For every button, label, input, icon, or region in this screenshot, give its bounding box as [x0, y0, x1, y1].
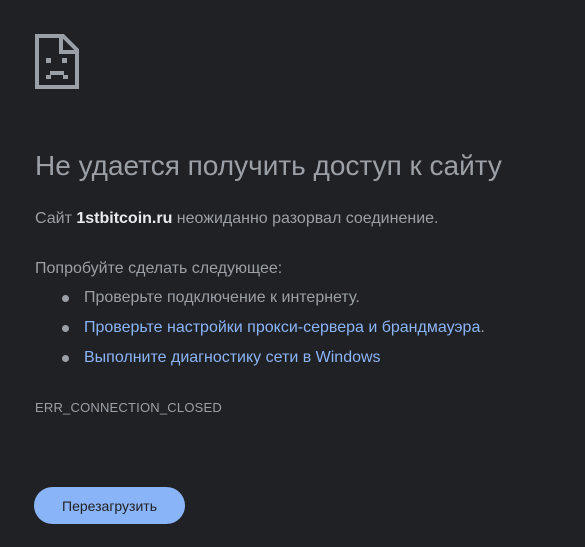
error-description: Сайт 1stbitcoin.ru неожиданно разорвал с… — [35, 210, 438, 228]
sad-page-icon — [35, 34, 79, 89]
bullet-icon — [62, 295, 69, 302]
site-host: 1stbitcoin.ru — [76, 210, 173, 227]
description-prefix: Сайт — [35, 210, 77, 227]
reload-button[interactable]: Перезагрузить — [34, 487, 185, 524]
bullet-icon — [62, 355, 69, 362]
check-proxy-firewall-link[interactable]: Проверьте настройки прокси-сервера и бра… — [84, 319, 480, 336]
suggestion-network-diagnostics: Выполните диагностику сети в Windows — [62, 346, 485, 376]
suggestion-text: Проверьте подключение к интернету. — [84, 289, 360, 306]
error-page: Не удается получить доступ к сайту Сайт … — [0, 0, 585, 547]
suggestions-list: Проверьте подключение к интернету. Прове… — [62, 286, 485, 376]
error-code: ERR_CONNECTION_CLOSED — [35, 400, 222, 415]
suggestion-check-proxy-firewall: Проверьте настройки прокси-сервера и бра… — [62, 316, 485, 346]
suggestions-heading: Попробуйте сделать следующее: — [35, 260, 283, 277]
network-diagnostics-link[interactable]: Выполните диагностику сети в Windows — [84, 349, 381, 366]
suggestion-period: . — [480, 319, 485, 336]
suggestion-check-connection: Проверьте подключение к интернету. — [62, 286, 485, 316]
bullet-icon — [62, 325, 69, 332]
page-title: Не удается получить доступ к сайту — [35, 150, 502, 181]
description-suffix: неожиданно разорвал соединение. — [172, 210, 439, 227]
